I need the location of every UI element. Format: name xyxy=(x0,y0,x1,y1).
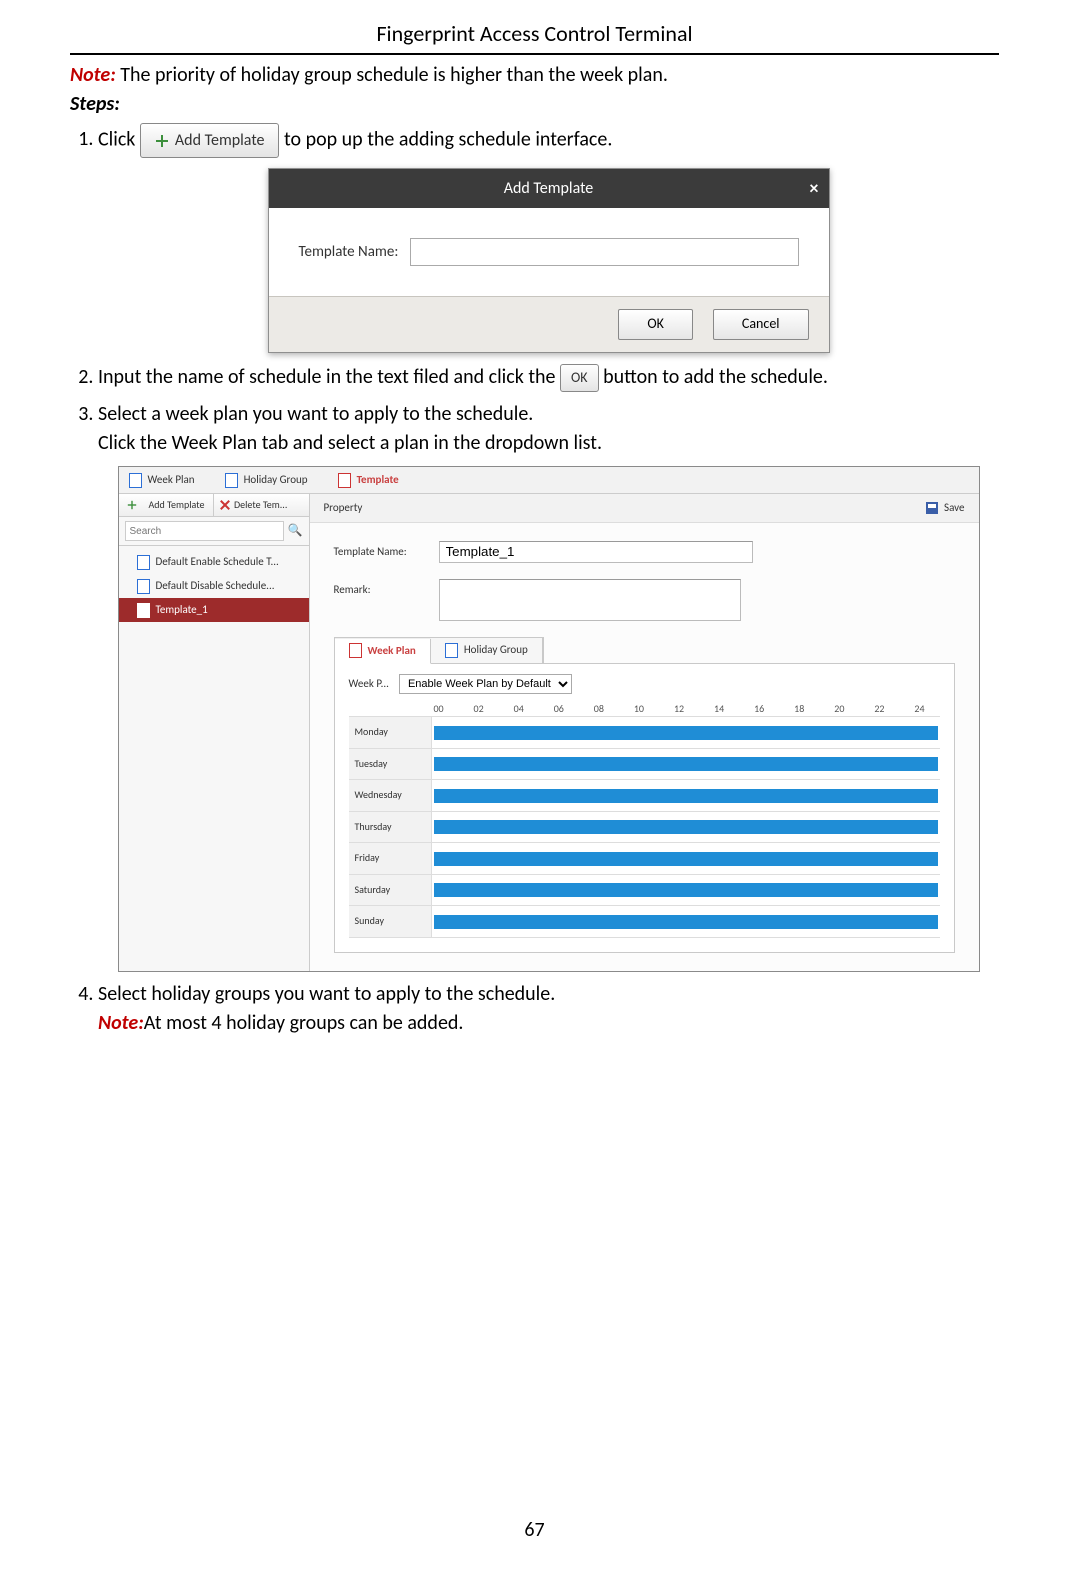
note-line: Note: The priority of holiday group sche… xyxy=(70,61,999,90)
note-label: Note: xyxy=(70,63,116,87)
schedule-bar[interactable] xyxy=(432,877,940,903)
cancel-button[interactable]: Cancel xyxy=(713,309,809,339)
subtab-week-plan[interactable]: Week Plan xyxy=(335,639,431,664)
day-label: Thursday xyxy=(349,812,432,843)
day-label: Monday xyxy=(349,717,432,748)
doc-icon xyxy=(137,579,150,594)
template-name-label: Template Name: xyxy=(299,242,399,264)
search-icon[interactable]: 🔍 xyxy=(288,523,303,540)
add-template-dialog: Add Template × Template Name: OK Cancel xyxy=(268,168,830,352)
top-tabs: Week Plan Holiday Group Template xyxy=(119,467,979,494)
day-label: Tuesday xyxy=(349,749,432,780)
day-label: Saturday xyxy=(349,875,432,906)
doc-icon xyxy=(445,643,458,658)
template-name-field[interactable] xyxy=(439,541,753,563)
step-4: Select holiday groups you want to apply … xyxy=(98,980,999,1038)
schedule-bar[interactable] xyxy=(432,783,940,809)
step-1: Click Add Template to pop up the adding … xyxy=(98,123,999,353)
steps-list: Click Add Template to pop up the adding … xyxy=(70,123,999,1038)
schedule-bar[interactable] xyxy=(432,751,940,777)
template-tree: Default Enable Schedule T... Default Dis… xyxy=(119,546,309,626)
week-plan-select[interactable]: Enable Week Plan by Default xyxy=(399,674,572,694)
tab-holiday-group[interactable]: Holiday Group xyxy=(225,472,308,488)
ok-button[interactable]: OK xyxy=(618,309,693,339)
note-label: Note: xyxy=(98,1011,144,1035)
tree-item-selected[interactable]: Template_1 xyxy=(119,598,309,622)
search-input[interactable] xyxy=(125,521,284,541)
schedule-bar[interactable] xyxy=(432,909,940,935)
editor-content: Property Save Template Name: Remark: xyxy=(310,494,979,971)
close-icon[interactable]: × xyxy=(810,175,819,201)
dialog-title: Add Template × xyxy=(269,169,829,208)
page-number: 67 xyxy=(0,1518,1069,1542)
template-editor: Week Plan Holiday Group Template Add Tem… xyxy=(118,466,980,972)
remark-field[interactable] xyxy=(439,579,741,621)
day-label: Friday xyxy=(349,843,432,874)
note-text: The priority of holiday group schedule i… xyxy=(116,63,668,87)
tab-week-plan[interactable]: Week Plan xyxy=(129,472,195,488)
plus-icon xyxy=(155,134,169,148)
tab-template[interactable]: Template xyxy=(338,472,399,488)
template-name-label: Template Name: xyxy=(334,541,429,560)
template-name-input[interactable] xyxy=(410,238,798,266)
week-plan-area: Week P... Enable Week Plan by Default 00… xyxy=(334,663,955,953)
doc-icon xyxy=(137,603,150,618)
tree-item[interactable]: Default Disable Schedule... xyxy=(119,574,309,598)
tree-item[interactable]: Default Enable Schedule T... xyxy=(119,550,309,574)
schedule-bar[interactable] xyxy=(432,814,940,840)
delete-icon xyxy=(220,500,230,510)
subtab-holiday-group[interactable]: Holiday Group xyxy=(431,638,543,663)
day-label: Wednesday xyxy=(349,780,432,811)
save-icon xyxy=(926,502,938,514)
schedule-bar[interactable] xyxy=(432,846,940,872)
step-2: Input the name of schedule in the text f… xyxy=(98,363,999,392)
ok-button-inline[interactable]: OK xyxy=(560,364,599,392)
add-template-button[interactable]: Add Template xyxy=(140,123,280,158)
doc-icon xyxy=(225,473,238,488)
sub-tabs: Week Plan Holiday Group xyxy=(334,637,544,663)
schedule-grid: Monday Tuesday Wednesday Thursday Friday… xyxy=(349,716,940,938)
doc-icon xyxy=(338,473,351,488)
week-plan-label: Week P... xyxy=(349,676,389,692)
doc-icon xyxy=(129,473,142,488)
property-label: Property xyxy=(324,500,363,516)
page-title: Fingerprint Access Control Terminal xyxy=(70,20,999,55)
doc-icon xyxy=(137,555,150,570)
plus-icon xyxy=(127,500,137,510)
step-3: Select a week plan you want to apply to … xyxy=(98,400,999,972)
day-label: Sunday xyxy=(349,906,432,937)
doc-icon xyxy=(349,643,362,658)
add-template-tool[interactable]: Add Template xyxy=(119,494,215,517)
delete-template-tool[interactable]: Delete Tem... xyxy=(214,494,309,517)
remark-label: Remark: xyxy=(334,579,429,598)
schedule-bar[interactable] xyxy=(432,720,940,746)
schedule-hours-header: 00 02 04 06 08 10 12 14 16 18 xyxy=(419,702,940,717)
steps-label: Steps: xyxy=(70,92,120,116)
sidebar: Add Template Delete Tem... 🔍 Default Ena… xyxy=(119,494,310,971)
save-button[interactable]: Save xyxy=(926,500,964,516)
